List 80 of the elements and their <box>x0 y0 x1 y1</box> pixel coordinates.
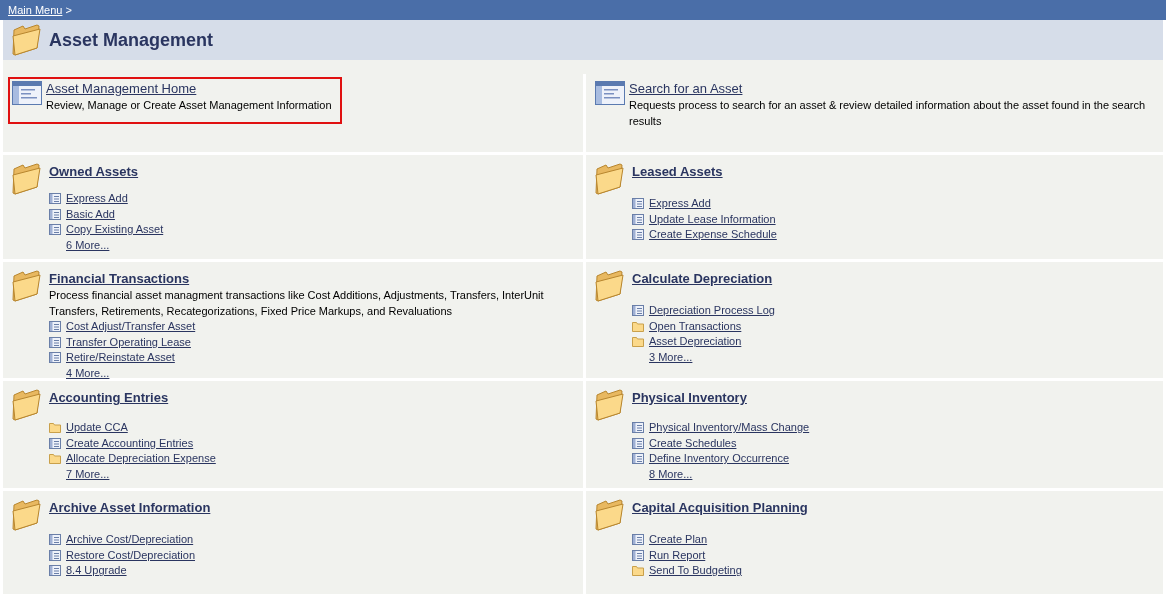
window-icon <box>12 81 42 105</box>
small-folder-icon <box>632 565 644 577</box>
folder-icon <box>11 499 41 531</box>
folder-icon <box>11 163 41 195</box>
more-link[interactable]: 7 More... <box>66 466 110 482</box>
more-link[interactable]: 8 More... <box>649 466 693 482</box>
section-heading-link[interactable]: Physical Inventory <box>632 389 747 406</box>
more-link[interactable]: 3 More... <box>649 349 693 365</box>
menu-item-link[interactable]: Archive Cost/Depreciation <box>66 532 194 548</box>
list-page-icon <box>49 224 61 236</box>
page-title: Asset Management <box>49 28 214 52</box>
breadcrumb-separator: > <box>65 2 72 18</box>
entry-heading-link[interactable]: Asset Management Home <box>46 81 197 97</box>
folder-icon <box>594 270 624 302</box>
section-heading-link[interactable]: Financial Transactions <box>49 270 190 287</box>
section-heading-link[interactable]: Accounting Entries <box>49 389 169 406</box>
menu-item-link[interactable]: Send To Budgeting <box>649 563 742 579</box>
menu-item-link[interactable]: Copy Existing Asset <box>66 222 164 238</box>
menu-item-link[interactable]: Retire/Reinstate Asset <box>66 350 175 366</box>
menu-item-link[interactable]: Allocate Depreciation Expense <box>66 451 216 467</box>
folder-icon <box>594 499 624 531</box>
menu-item-link[interactable]: Define Inventory Occurrence <box>649 451 789 467</box>
menu-item-link[interactable]: Depreciation Process Log <box>649 303 775 319</box>
menu-item-link[interactable]: Update Lease Information <box>649 211 776 227</box>
section-heading-link[interactable]: Capital Acquisition Planning <box>632 499 808 516</box>
list-page-icon <box>49 565 61 577</box>
entry-description: Review, Manage or Create Asset Management Information <box>46 98 332 113</box>
small-folder-icon <box>49 422 61 434</box>
section-heading-link[interactable]: Leased Assets <box>632 163 723 180</box>
small-folder-icon <box>632 320 644 332</box>
list-page-icon <box>49 208 61 220</box>
section-heading-link[interactable]: Archive Asset Information <box>49 499 211 516</box>
more-link[interactable]: 6 More... <box>66 237 110 253</box>
folder-icon <box>11 389 41 421</box>
small-folder-icon <box>632 336 644 348</box>
list-page-icon <box>49 352 61 364</box>
list-page-icon <box>632 305 644 317</box>
small-folder-icon <box>49 453 61 465</box>
section-heading-link[interactable]: Calculate Depreciation <box>632 270 773 287</box>
list-page-icon <box>632 229 644 241</box>
menu-item-link[interactable]: Cost Adjust/Transfer Asset <box>66 319 196 335</box>
list-page-icon <box>632 422 644 434</box>
menu-item-link[interactable]: Open Transactions <box>649 318 742 334</box>
menu-item-link[interactable]: Express Add <box>66 191 128 207</box>
list-page-icon <box>632 213 644 225</box>
menu-item-link[interactable]: Create Schedules <box>649 435 737 451</box>
menu-item-link[interactable]: Create Plan <box>649 532 708 548</box>
list-page-icon <box>632 437 644 449</box>
folder-icon <box>594 389 624 421</box>
menu-item-link[interactable]: Update CCA <box>66 420 128 436</box>
menu-item-link[interactable]: Physical Inventory/Mass Change <box>649 420 810 436</box>
list-page-icon <box>632 198 644 210</box>
menu-item-link[interactable]: 8.4 Upgrade <box>66 563 127 579</box>
list-page-icon <box>49 336 61 348</box>
menu-item-link[interactable]: Create Expense Schedule <box>649 227 777 243</box>
list-page-icon <box>49 549 61 561</box>
list-page-icon <box>632 453 644 465</box>
menu-item-link[interactable]: Express Add <box>649 196 711 212</box>
list-page-icon <box>632 534 644 546</box>
menu-item-link[interactable]: Restore Cost/Depreciation <box>66 547 195 563</box>
folder-icon <box>11 270 41 302</box>
section-description: Process financial asset managment transactions like Cost Additions, Adjustments, Transfers, InterUnit Transfers, Retirements, Recategorizations, Fixed Price Markups, and Revaluations <box>49 288 545 319</box>
menu-item-link[interactable]: Run Report <box>649 547 706 563</box>
list-page-icon <box>632 549 644 561</box>
breadcrumb-link[interactable]: Main Menu <box>8 1 63 19</box>
folder-icon <box>11 24 41 56</box>
list-page-icon <box>49 437 61 449</box>
menu-item-link[interactable]: Basic Add <box>66 206 115 222</box>
menu-item-link[interactable]: Asset Depreciation <box>649 334 742 350</box>
folder-icon <box>594 163 624 195</box>
menu-item-link[interactable]: Transfer Operating Lease <box>66 334 191 350</box>
section-heading-link[interactable]: Owned Assets <box>49 163 139 180</box>
more-link[interactable]: 4 More... <box>66 365 110 381</box>
list-page-icon <box>49 534 61 546</box>
menu-item-link[interactable]: Create Accounting Entries <box>66 435 194 451</box>
window-icon <box>595 81 625 105</box>
entry-description: Requests process to search for an asset & review detailed information about the asset found in the search results <box>629 98 1147 129</box>
list-page-icon <box>49 193 61 205</box>
list-page-icon <box>49 321 61 333</box>
entry-heading-link[interactable]: Search for an Asset <box>629 81 743 97</box>
